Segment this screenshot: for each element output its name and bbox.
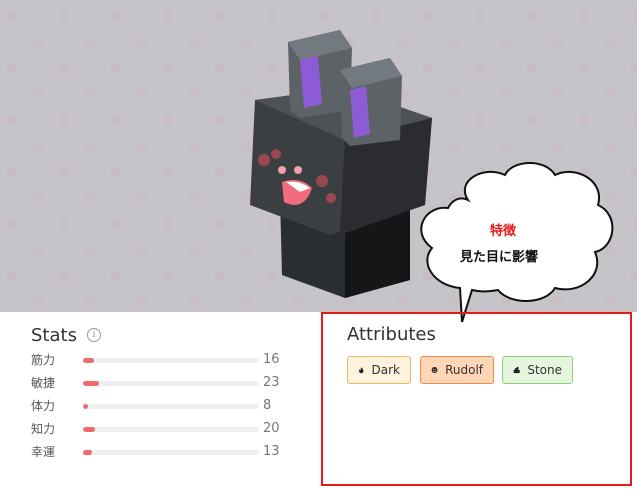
stat-label: 筋力 — [31, 353, 56, 367]
stats-title: Stats — [31, 324, 77, 346]
stat-row-intelligence: 知力 20 — [31, 421, 291, 441]
stat-row-strength: 筋力 16 — [31, 352, 291, 372]
stat-bar-track — [83, 450, 259, 455]
stat-value: 23 — [263, 375, 280, 390]
stat-value: 20 — [263, 421, 280, 436]
stat-label: 知力 — [31, 422, 56, 436]
stat-bar-fill — [83, 358, 94, 363]
chip-label: Dark — [371, 363, 400, 377]
stats-panel: Stats i 筋力 16 敏捷 23 体力 8 知力 20 幸運 13 — [31, 322, 291, 460]
stat-bar-fill — [83, 450, 92, 455]
stat-bar-fill — [83, 381, 99, 386]
stat-value: 8 — [263, 398, 272, 413]
stat-row-luck: 幸運 13 — [31, 444, 291, 464]
stats-header: Stats i — [31, 322, 291, 348]
dark-icon — [359, 367, 364, 374]
attributes-panel: Attributes Dark Rudolf Stone — [321, 312, 632, 486]
stat-bar-fill — [83, 427, 96, 432]
stat-row-vitality: 体力 8 — [31, 398, 291, 418]
stone-icon — [513, 366, 520, 374]
stat-bar-track — [83, 427, 259, 432]
stat-bar-track — [83, 404, 259, 409]
attribute-chip-stone[interactable]: Stone — [502, 356, 573, 384]
attribute-chip-dark[interactable]: Dark — [347, 356, 411, 384]
info-icon[interactable]: i — [86, 328, 101, 342]
stat-value: 13 — [263, 444, 280, 459]
rudolf-icon — [431, 367, 438, 373]
chip-label: Stone — [527, 363, 562, 377]
stat-bar-fill — [83, 404, 89, 409]
attributes-title: Attributes — [347, 324, 436, 345]
callout-title: 特徴 — [490, 224, 517, 239]
stat-bar-track — [83, 358, 259, 363]
stat-bar-track — [83, 381, 259, 386]
stat-label: 幸運 — [31, 445, 56, 459]
callout-subtitle: 見た目に影響 — [460, 250, 539, 265]
stat-label: 敏捷 — [31, 376, 56, 390]
chip-label: Rudolf — [445, 363, 483, 377]
attribute-chip-rudolf[interactable]: Rudolf — [420, 356, 494, 384]
stat-row-agility: 敏捷 23 — [31, 375, 291, 395]
stat-value: 16 — [263, 352, 280, 367]
stat-label: 体力 — [31, 399, 56, 413]
